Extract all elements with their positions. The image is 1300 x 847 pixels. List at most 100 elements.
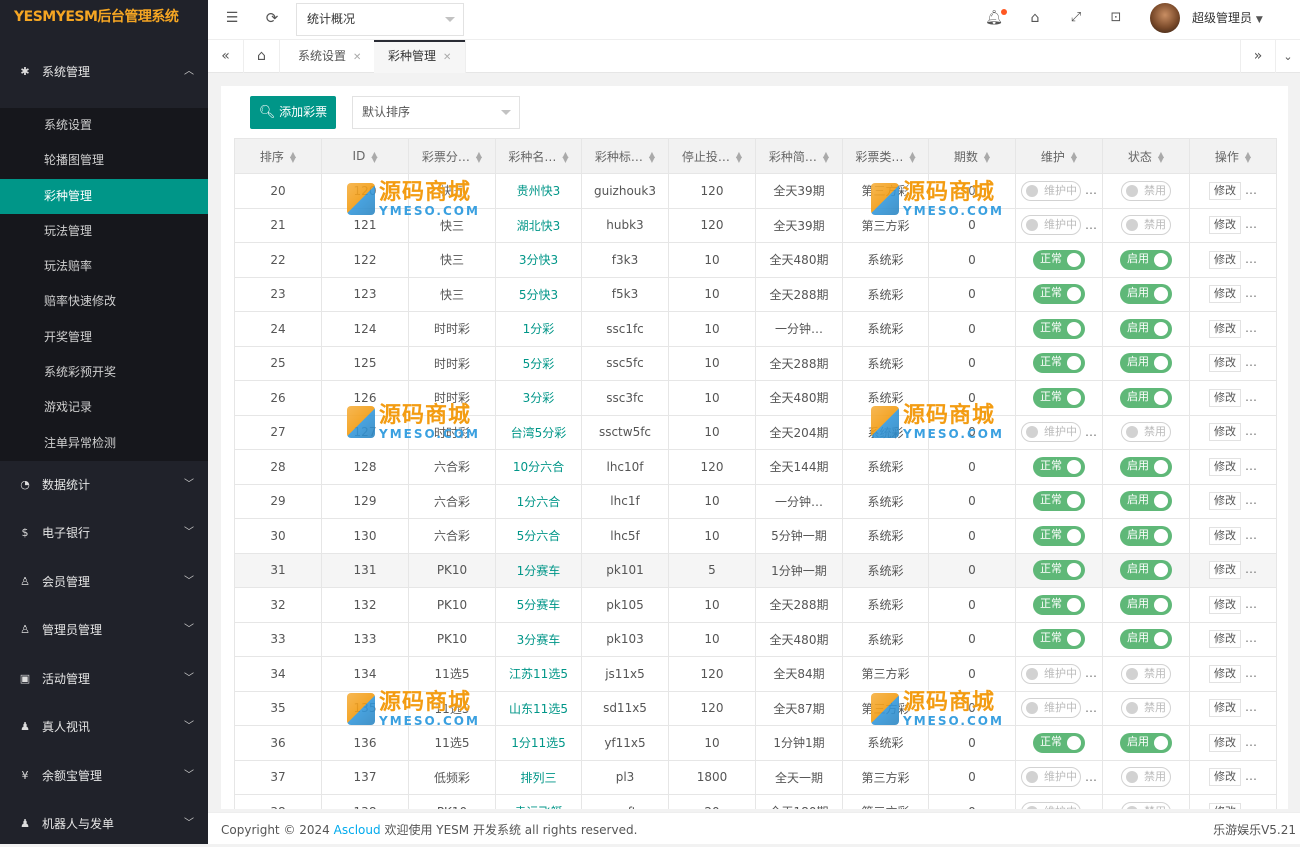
page-select[interactable]: 统计概况 — [296, 3, 464, 36]
sort-icon[interactable]: ▲ ▼ — [909, 151, 915, 164]
maintenance-toggle[interactable]: 正常 — [1033, 456, 1085, 477]
tabs-prev-icon[interactable]: « — [208, 40, 244, 73]
maintenance-toggle[interactable]: 维护中 — [1021, 422, 1081, 443]
maintenance-toggle[interactable]: 正常 — [1033, 249, 1085, 270]
cell-name[interactable]: 3分赛车 — [495, 621, 582, 657]
sort-select[interactable]: 默认排序 — [352, 96, 520, 129]
edit-button[interactable]: 修改 — [1209, 354, 1241, 373]
column-header[interactable]: 操作 ▲ ▼ — [1189, 138, 1277, 174]
edit-button[interactable]: 修改 — [1209, 250, 1241, 269]
more-actions[interactable]: … — [1245, 700, 1257, 714]
tabs-next-icon[interactable]: » — [1240, 40, 1276, 73]
table-row[interactable]: 25 125 时时彩 5分彩 ssc5fc 10 全天288期 系统彩 0 正常 启用 修改… — [234, 345, 1277, 381]
table-row[interactable]: 38138PK10幸运飞艇xyft20全天180期第三方彩0维护中…禁用修改… — [234, 794, 1277, 809]
sort-icon[interactable]: ▲ ▼ — [984, 151, 990, 164]
cell-name[interactable]: 3分快3 — [495, 242, 582, 278]
sidebar-group[interactable]: ◔ 数据统计 ﹀ — [0, 461, 208, 510]
status-toggle[interactable]: 启用 — [1120, 560, 1172, 581]
cell-name[interactable]: 台湾5分彩 — [495, 414, 582, 450]
more-actions[interactable]: … — [1245, 390, 1257, 404]
lock-icon[interactable]: ⊡ — [1104, 0, 1128, 36]
tag-icon[interactable]: ⌂ — [1023, 0, 1047, 36]
maintenance-toggle[interactable]: 正常 — [1033, 387, 1085, 408]
sort-icon[interactable]: ▲ ▼ — [1158, 151, 1164, 164]
table-row[interactable]: 37 137 低频彩 排列三 pl3 1800 全天一期 第三方彩 0 维护中… 禁用 修改… — [234, 759, 1277, 795]
column-header[interactable]: 状态 ▲ ▼ — [1102, 138, 1190, 174]
more-actions[interactable]: … — [1245, 562, 1257, 576]
sidebar-item[interactable]: 系统设置 — [0, 108, 208, 143]
more-actions[interactable]: … — [1245, 735, 1257, 749]
sort-icon[interactable]: ▲ ▼ — [1245, 151, 1251, 164]
cell-name[interactable]: 贵州快3 — [495, 173, 582, 209]
cell-name[interactable]: 5分六合 — [495, 518, 582, 554]
table-row[interactable]: 32 132 PK10 5分赛车 pk105 10 全天288期 系统彩 0 正常 启用 修改… — [234, 587, 1277, 623]
more-actions[interactable]: … — [1245, 286, 1257, 300]
status-toggle[interactable]: 启用 — [1120, 629, 1172, 650]
tab-system-settings[interactable]: 系统设置 ✕ — [284, 40, 377, 73]
more-actions[interactable]: … — [1245, 528, 1257, 542]
brand-link[interactable]: Ascloud — [334, 823, 381, 837]
edit-button[interactable]: 修改 — [1209, 699, 1241, 718]
table-row[interactable]: 20 120 快三 贵州快3 guizhouk3 120 全天39期 第三方彩 0 维护中… 禁用修… — [234, 173, 1277, 209]
edit-button[interactable]: 修改 — [1209, 630, 1241, 649]
status-toggle[interactable]: 启用 — [1120, 491, 1172, 512]
maintenance-toggle[interactable]: 维护中 — [1021, 180, 1081, 201]
cell-name[interactable]: 1分赛车 — [495, 552, 582, 588]
column-header[interactable]: 彩票分… ▲ ▼ — [408, 138, 496, 174]
status-toggle[interactable]: 启用 — [1120, 284, 1172, 305]
sidebar-item[interactable]: 玩法管理 — [0, 214, 208, 249]
table-row[interactable]: 30 130 六合彩 5分六合 lhc5f 10 5分钟一期 系统彩 0 正常 启用 修改… — [234, 518, 1277, 554]
maintenance-toggle[interactable]: 正常 — [1033, 732, 1085, 753]
column-header[interactable]: 期数 ▲ ▼ — [928, 138, 1016, 174]
home-tab-icon[interactable]: ⌂ — [244, 40, 280, 73]
sidebar-item[interactable]: 系统彩预开奖 — [0, 355, 208, 390]
status-toggle[interactable]: 禁用 — [1121, 215, 1171, 236]
maintenance-toggle[interactable]: 正常 — [1033, 594, 1085, 615]
cell-name[interactable]: 5分彩 — [495, 345, 582, 381]
more-actions[interactable]: … — [1245, 666, 1257, 680]
tab-lottery-management[interactable]: 彩种管理 ✕ — [374, 40, 467, 73]
edit-button[interactable]: 修改 — [1209, 733, 1241, 752]
more-actions[interactable]: … — [1245, 355, 1257, 369]
table-row[interactable]: 27 127 时时彩 台湾5分彩 ssctw5fc 10 全天204期 系统彩 0 维护中… 禁用修… — [234, 414, 1277, 450]
more-actions[interactable]: … — [1245, 424, 1257, 438]
edit-button[interactable]: 修改 — [1209, 492, 1241, 511]
edit-button[interactable]: 修改 — [1209, 181, 1241, 200]
column-header[interactable]: ID ▲ ▼ — [321, 138, 409, 174]
edit-button[interactable]: 修改 — [1209, 595, 1241, 614]
sidebar-group[interactable]: ▣ 活动管理 ﹀ — [0, 655, 208, 704]
more-actions[interactable]: … — [1245, 493, 1257, 507]
table-row[interactable]: 29 129 六合彩 1分六合 lhc1f 10 一分钟… 系统彩 0 正常 启用 修改… — [234, 483, 1277, 519]
status-toggle[interactable]: 禁用 — [1121, 180, 1171, 201]
table-row[interactable]: 33 133 PK10 3分赛车 pk103 10 全天480期 系统彩 0 正常 启用 修改… — [234, 621, 1277, 657]
edit-button[interactable]: 修改 — [1209, 388, 1241, 407]
table-row[interactable]: 31 131 PK10 1分赛车 pk101 5 1分钟一期 系统彩 0 正常 启用 修改… — [234, 552, 1277, 588]
maintenance-toggle[interactable]: 维护中 — [1021, 801, 1081, 809]
table-row[interactable]: 23 123 快三 5分快3 f5k3 10 全天288期 系统彩 0 正常 启用 修改… — [234, 276, 1277, 312]
sort-icon[interactable]: ▲ ▼ — [736, 151, 742, 164]
sort-icon[interactable]: ▲ ▼ — [823, 151, 829, 164]
maintenance-toggle[interactable]: 正常 — [1033, 629, 1085, 650]
maintenance-toggle[interactable]: 维护中 — [1021, 663, 1081, 684]
column-header[interactable]: 彩票类… ▲ ▼ — [842, 138, 929, 174]
edit-button[interactable]: 修改 — [1209, 768, 1241, 787]
maintenance-toggle[interactable]: 正常 — [1033, 353, 1085, 374]
maintenance-toggle[interactable]: 正常 — [1033, 284, 1085, 305]
sidebar-group[interactable]: ♟ 机器人与发单 ﹀ — [0, 800, 208, 844]
column-header[interactable]: 彩种名… ▲ ▼ — [495, 138, 582, 174]
table-row[interactable]: 26 126 时时彩 3分彩 ssc3fc 10 全天480期 系统彩 0 正常 启用 修改… — [234, 380, 1277, 416]
status-toggle[interactable]: 启用 — [1120, 732, 1172, 753]
fullscreen-icon[interactable]: ⤢ — [1064, 0, 1088, 36]
edit-button[interactable]: 修改 — [1209, 457, 1241, 476]
cell-name[interactable]: 1分彩 — [495, 311, 582, 347]
bell-icon[interactable]: 🔔︎ — [982, 0, 1006, 36]
more-actions[interactable]: … — [1245, 252, 1257, 266]
avatar[interactable] — [1150, 3, 1180, 33]
sidebar-group[interactable]: ♙ 管理员管理 ﹀ — [0, 606, 208, 655]
status-toggle[interactable]: 启用 — [1120, 249, 1172, 270]
table-row[interactable]: 21 121 快三 湖北快3 hubk3 120 全天39期 第三方彩 0 维护中… 禁用 修改… — [234, 207, 1277, 243]
edit-button[interactable]: 修改 — [1209, 526, 1241, 545]
maintenance-toggle[interactable]: 维护中 — [1021, 698, 1081, 719]
cell-name[interactable]: 排列三 — [495, 759, 582, 795]
column-header[interactable]: 排序 ▲ ▼ — [234, 138, 322, 174]
